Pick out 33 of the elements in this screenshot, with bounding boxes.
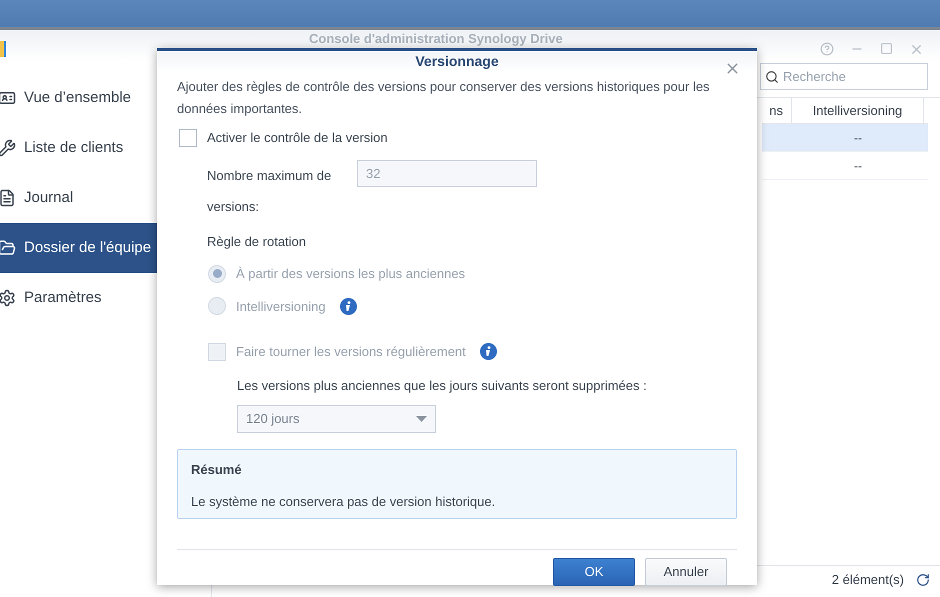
refresh-icon[interactable] — [916, 572, 930, 586]
field-label: Nombre maximum de versions: — [207, 166, 332, 216]
column-header[interactable]: Intelliversioning — [792, 98, 924, 123]
column-header[interactable]: ns — [762, 98, 792, 123]
sidebar-item[interactable]: Paramètres — [0, 273, 211, 323]
maximize-icon[interactable] — [880, 42, 893, 54]
note-text: Les versions plus anciennes que les jours suivants seront supprimées : — [237, 376, 648, 395]
help-icon[interactable] — [820, 42, 834, 56]
dialog-title: Versionnage — [415, 52, 499, 71]
checkbox-label: Activer le contrôle de la version — [207, 129, 388, 147]
cancel-button[interactable]: Annuler — [645, 558, 727, 586]
folder-icon — [0, 239, 16, 257]
radio-label: À partir des versions les plus anciennes — [236, 265, 466, 283]
app-icon — [0, 41, 6, 57]
radio-label: Intelliversioning — [236, 298, 326, 316]
info-icon[interactable] — [480, 343, 497, 360]
window-title: Console d'administration Synology Drive — [309, 31, 563, 46]
table-cell-text: -- — [853, 130, 863, 147]
checkbox[interactable] — [179, 128, 197, 147]
wrench-icon — [0, 139, 16, 157]
document-icon — [0, 189, 16, 207]
item-count: 2 élément(s) — [832, 570, 904, 589]
summary-text: Le système ne conservera pas de version historique. — [191, 492, 496, 511]
ok-button[interactable]: OK — [553, 558, 635, 586]
table-row[interactable]: -- — [762, 124, 928, 152]
search-icon — [765, 70, 779, 84]
id-card-icon — [0, 89, 16, 107]
gear-icon — [0, 289, 16, 307]
checkbox-label: Faire tourner les versions régulièrement — [236, 343, 466, 361]
description: Ajouter des règles de contrôle des versions pour conserver des versions historiques pour les données importantes. — [177, 78, 711, 118]
table-cell-text: -- — [853, 158, 863, 175]
summary-title: Résumé — [191, 461, 243, 479]
caret-icon — [416, 416, 427, 422]
